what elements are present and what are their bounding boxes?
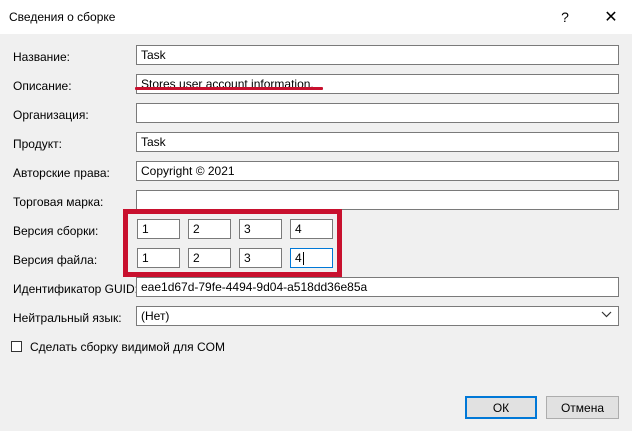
com-visible-label[interactable]: Сделать сборку видимой для COM	[30, 340, 225, 354]
guid-field[interactable]: eae1d67d-79fe-4494-9d04-a518dd36e85a	[136, 277, 619, 297]
close-button[interactable]: ✕	[588, 0, 632, 34]
close-icon: ✕	[604, 9, 618, 26]
product-label: Продукт:	[13, 137, 62, 151]
file-version-label: Версия файла:	[13, 253, 98, 267]
name-field[interactable]: Task	[136, 45, 619, 65]
title-bar: Сведения о сборке ? ✕	[0, 0, 632, 34]
neutral-language-select[interactable]: (Нет)	[136, 306, 619, 326]
trademark-field[interactable]	[136, 190, 619, 210]
description-highlight-underline	[135, 87, 323, 90]
trademark-label: Торговая марка:	[13, 195, 104, 209]
com-visible-checkbox[interactable]	[11, 341, 22, 352]
organization-field[interactable]	[136, 103, 619, 123]
chevron-down-icon	[601, 309, 612, 323]
name-label: Название:	[13, 50, 70, 64]
help-icon: ?	[561, 9, 569, 25]
help-button[interactable]: ?	[542, 0, 588, 34]
copyright-label: Авторские права:	[13, 166, 110, 180]
assembly-version-label: Версия сборки:	[13, 224, 99, 238]
version-highlight-box	[123, 209, 342, 277]
neutral-language-label: Нейтральный язык:	[13, 311, 122, 325]
cancel-button[interactable]: Отмена	[546, 396, 619, 419]
product-field[interactable]: Task	[136, 132, 619, 152]
description-label: Описание:	[13, 79, 72, 93]
copyright-field[interactable]: Copyright © 2021	[136, 161, 619, 181]
description-field[interactable]: Stores user account information.	[136, 74, 619, 94]
neutral-language-value: (Нет)	[141, 309, 170, 323]
guid-label: Идентификатор GUID:	[13, 282, 139, 296]
ok-button[interactable]: ОК	[465, 396, 537, 419]
organization-label: Организация:	[13, 108, 89, 122]
window-title: Сведения о сборке	[9, 10, 116, 24]
